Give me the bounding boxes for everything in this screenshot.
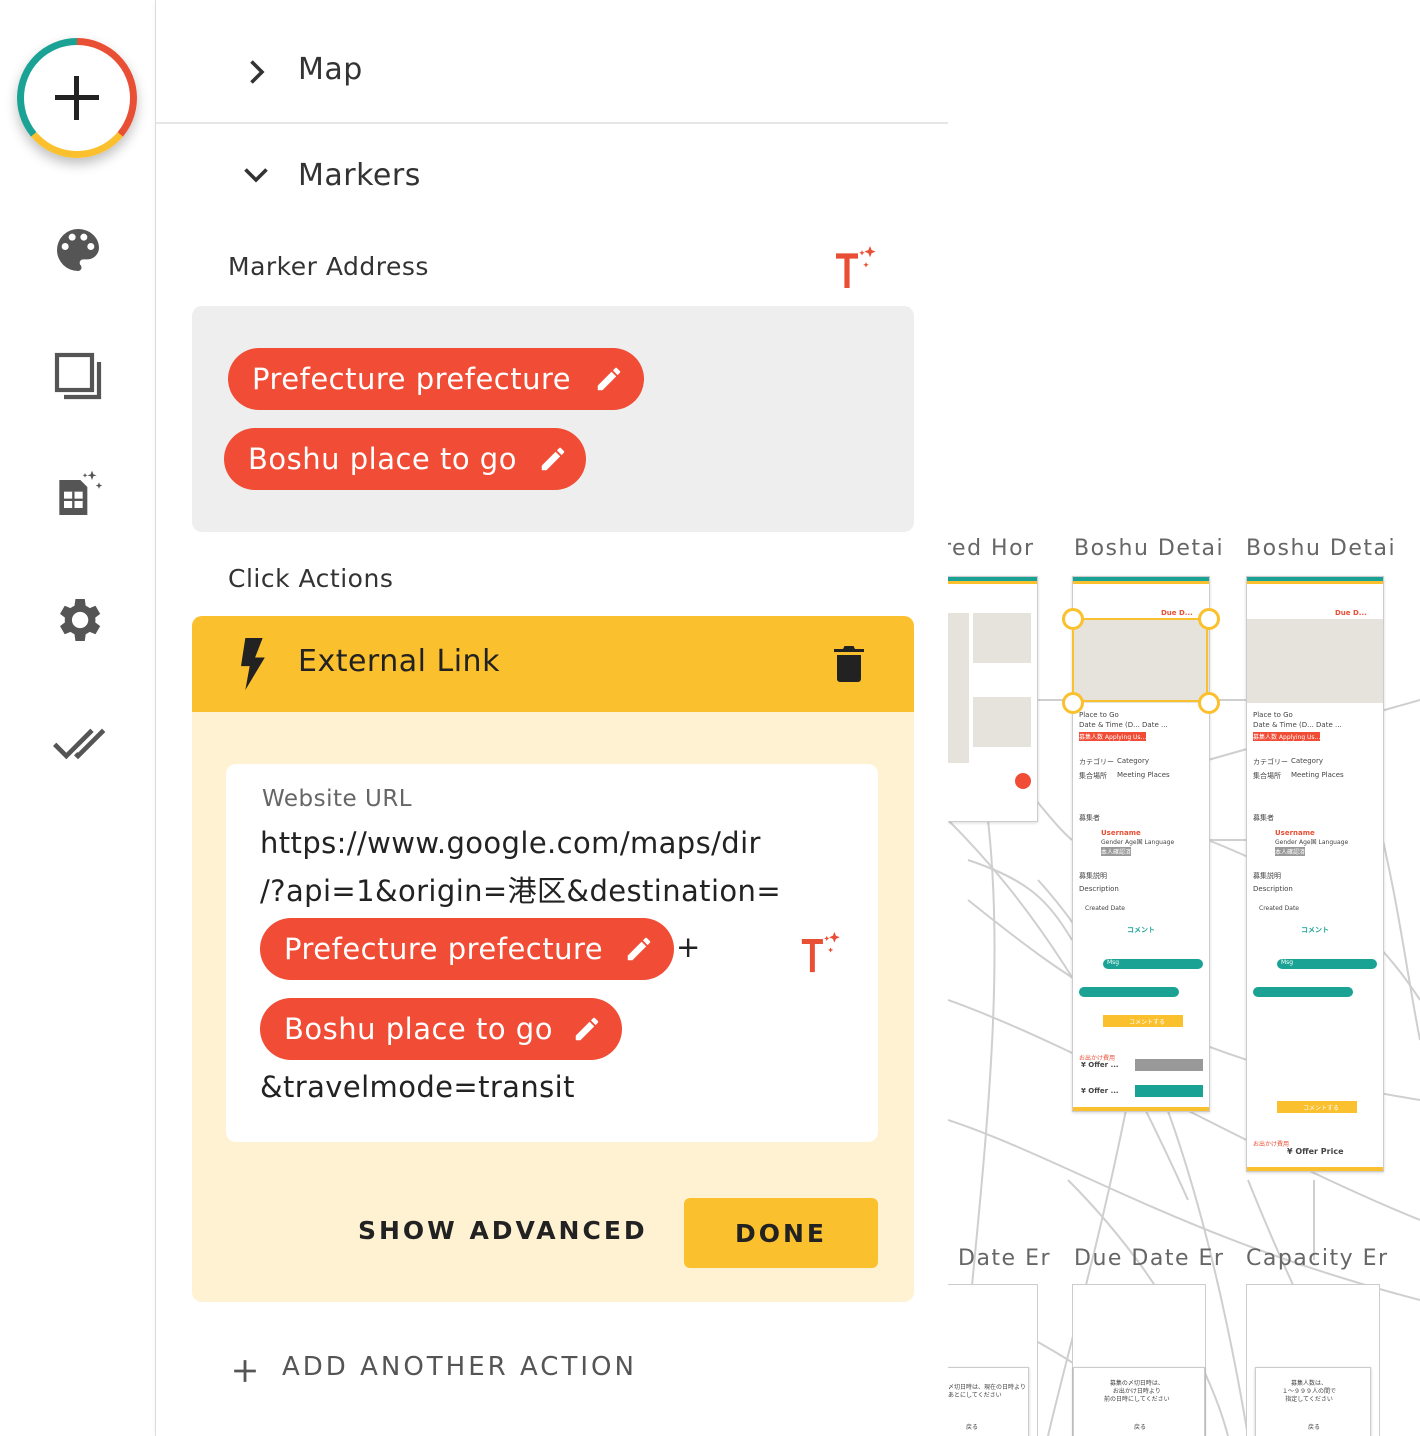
done-button[interactable]: DONE [684,1198,878,1268]
url-plus: + [676,930,701,964]
marker-address-label: Marker Address [228,252,429,281]
url-chip-prefecture[interactable]: Prefecture prefecture [260,918,674,980]
screen-title: red Hor [948,536,1035,561]
marker-chip-prefecture[interactable]: Prefecture prefecture [228,348,644,410]
trash-icon[interactable] [834,646,864,682]
pencil-icon[interactable] [538,444,568,474]
click-actions-label: Click Actions [228,564,394,593]
url-chip-boshu-place[interactable]: Boshu place to go [260,998,622,1060]
error-screen-thumbnail[interactable]: 〆切日時は、現在の日時より あとにしてください 戻る [948,1284,1038,1436]
show-advanced-button[interactable]: SHOW ADVANCED [358,1216,648,1245]
screen-title: Date Er [958,1246,1052,1271]
chevron-right-icon [250,60,265,84]
action-title: External Link [298,644,500,679]
resize-handle[interactable] [1062,692,1084,714]
error-screen-thumbnail[interactable]: 募集の〆切日時は、 お出かけ日時より 前の日時にしてください 戻る [1072,1284,1206,1436]
url-suffix-text: &travelmode=transit [260,1070,575,1104]
pencil-icon[interactable] [572,1014,602,1044]
website-url-field[interactable]: Website URL https://www.google.com/maps/… [226,764,878,1142]
map-section-title: Map [298,52,363,87]
markers-section-title: Markers [298,158,421,193]
resize-handle[interactable] [1062,608,1084,630]
add-component-button[interactable] [17,38,137,158]
screen-title: Due Date Er [1074,1246,1225,1271]
plus-icon [234,1360,256,1382]
magic-sheet-icon[interactable] [50,466,106,522]
markers-section-header[interactable]: Markers [156,124,948,244]
lightning-icon [241,638,265,690]
website-url-label: Website URL [262,786,413,812]
external-link-action-card: External Link Website URL https://www.go… [192,616,914,1302]
marker-chip-boshu-place[interactable]: Boshu place to go [224,428,586,490]
left-toolbar [0,0,156,1436]
screen-thumbnail[interactable]: Due D... Place to Go Date & Time (D... D… [1246,576,1384,1172]
app-canvas[interactable]: red Hor Boshu Detai Boshu Detai Due D...… [948,0,1420,1436]
error-screen-thumbnail[interactable]: 募集人数は、 １～９９９人の間で 指定してください 戻る [1246,1284,1380,1436]
screens-icon[interactable] [50,348,106,404]
url-text-line-1: https://www.google.com/maps/dir [260,826,761,860]
screen-title: Boshu Detai [1246,536,1397,561]
screen-title: Capacity Er [1246,1246,1389,1271]
palette-icon[interactable] [50,222,106,278]
resize-handle[interactable] [1198,692,1220,714]
screen-title: Boshu Detai [1074,536,1225,561]
magic-text-icon[interactable] [798,930,844,976]
properties-panel: Map Markers Marker Address Prefecture pr… [156,0,948,1436]
magic-text-icon[interactable] [832,244,880,292]
url-text-line-2: /?api=1&origin=港区&destination= [260,874,782,908]
screen-thumbnail[interactable] [948,576,1038,822]
resize-handle[interactable] [1198,608,1220,630]
chevron-down-icon [244,168,268,183]
marker-address-field[interactable]: Prefecture prefecture Boshu place to go [192,306,914,532]
selection-outline [1072,618,1208,702]
gear-icon[interactable] [50,592,106,648]
pencil-icon[interactable] [624,934,654,964]
pencil-icon[interactable] [594,364,624,394]
map-section-header[interactable]: Map [156,8,948,128]
action-header[interactable]: External Link [192,616,914,712]
double-check-icon[interactable] [50,714,106,770]
